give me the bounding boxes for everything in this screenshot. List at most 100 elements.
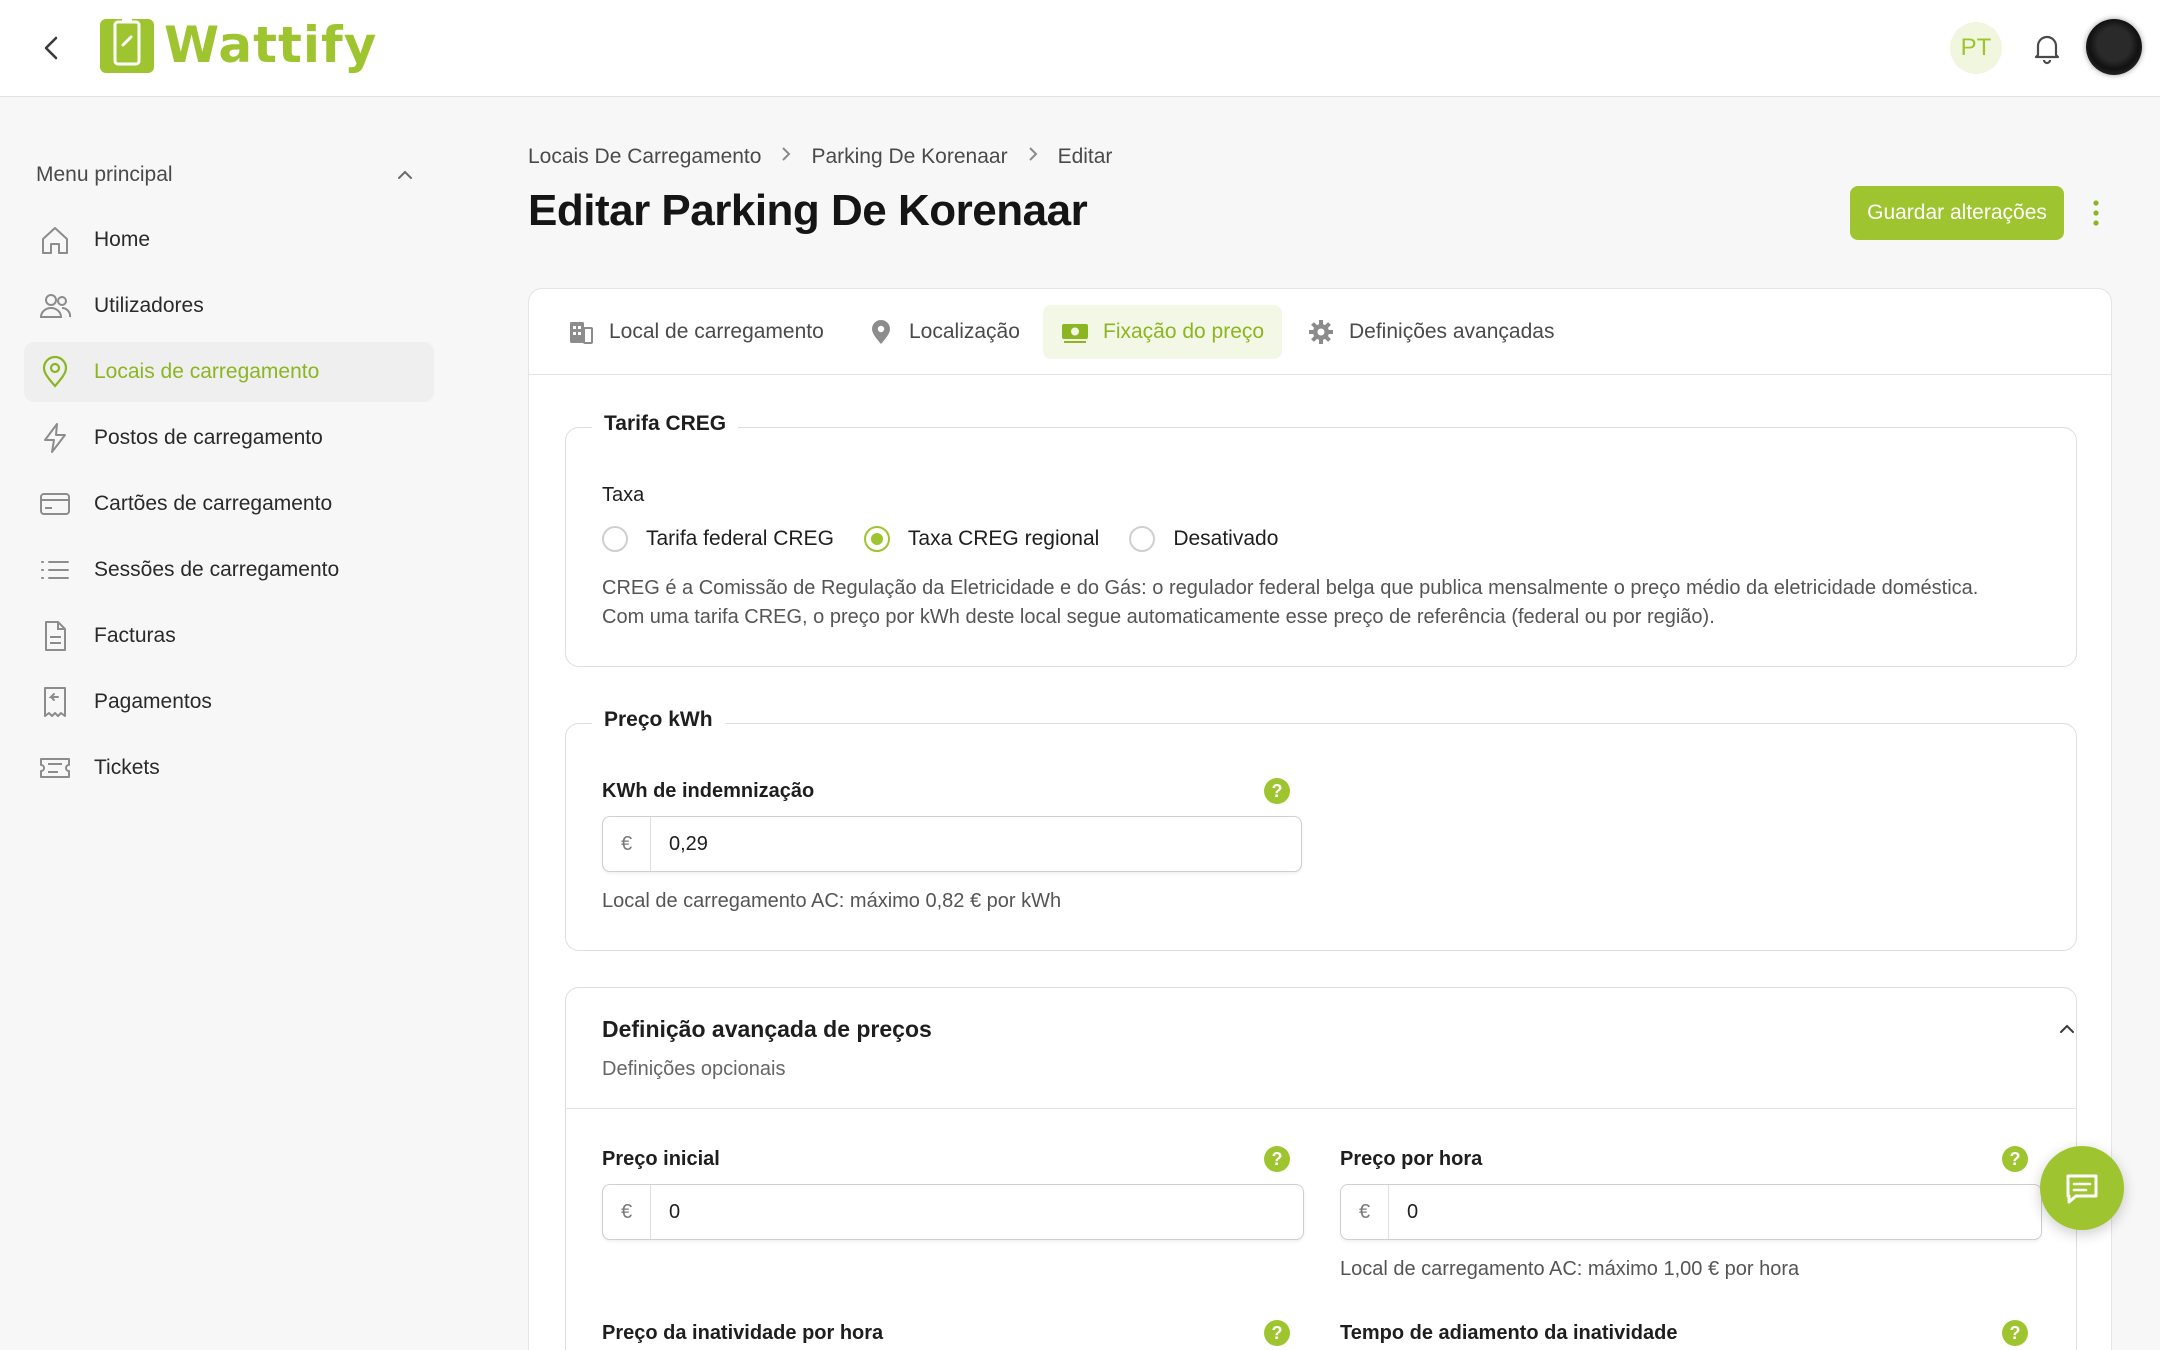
radio-label: Tarifa federal CREG [646, 527, 834, 550]
list-icon [38, 553, 72, 587]
idle-price-label: Preço da inatividade por hora [602, 1322, 884, 1344]
sidebar-item-label: Home [94, 228, 151, 251]
hour-price-label: Preço por hora [1340, 1148, 1483, 1170]
chevron-right-icon [1026, 145, 1040, 169]
building-icon [567, 318, 595, 346]
users-icon [38, 289, 72, 323]
help-icon[interactable]: ? [1264, 1146, 1290, 1172]
ticket-icon [38, 751, 72, 785]
sidebar-item-tickets[interactable]: Tickets [24, 738, 434, 798]
tab-advanced-settings[interactable]: Definições avançadas [1289, 305, 1572, 359]
tab-charging-location[interactable]: Local de carregamento [549, 305, 842, 359]
sidebar-item-invoices[interactable]: Facturas [24, 606, 434, 666]
chat-button[interactable] [2040, 1146, 2124, 1230]
sidebar-item-users[interactable]: Utilizadores [24, 276, 434, 336]
sidebar-item-label: Pagamentos [94, 690, 212, 713]
creg-description-line: CREG é a Comissão de Regulação da Eletri… [602, 577, 1979, 599]
tab-label: Localização [909, 320, 1020, 343]
sidebar-item-charging-cards[interactable]: Cartões de carregamento [24, 474, 434, 534]
sidebar-item-label: Cartões de carregamento [94, 492, 333, 515]
help-icon[interactable]: ? [1264, 778, 1290, 804]
creg-section: Tarifa CREG Taxa Tarifa federal CREG Tax… [565, 412, 2077, 667]
currency-prefix: € [1341, 1185, 1389, 1239]
input-value: 0 [1407, 1200, 1419, 1223]
help-icon[interactable]: ? [2002, 1146, 2028, 1172]
bolt-icon [38, 421, 72, 455]
help-icon[interactable]: ? [1264, 1320, 1290, 1346]
kwh-price-input[interactable]: € 0,29 [602, 816, 1302, 872]
menu-title: Menu principal [36, 163, 173, 186]
kwh-field-label: KWh de indemnização [602, 780, 815, 802]
user-avatar[interactable] [2086, 19, 2142, 75]
document-icon [38, 619, 72, 653]
menu-header[interactable]: Menu principal [36, 160, 416, 190]
location-icon [867, 318, 895, 346]
kwh-legend: Preço kWh [592, 708, 725, 732]
logo-text: Wattify [164, 16, 378, 74]
breadcrumb-item-current: Editar [1057, 145, 1113, 168]
chevron-up-icon[interactable] [2056, 1018, 2078, 1040]
sidebar-item-charging-locations[interactable]: Locais de carregamento [24, 342, 434, 402]
creg-legend: Tarifa CREG [592, 412, 739, 436]
help-icon[interactable]: ? [2002, 1320, 2028, 1346]
advanced-pricing-subtitle: Definições opcionais [602, 1058, 786, 1080]
chevron-up-icon [398, 170, 412, 179]
kwh-price-section: Preço kWh KWh de indemnização ? € 0,29 L… [565, 708, 2077, 951]
divider [566, 1108, 2076, 1109]
sidebar-item-home[interactable]: Home [24, 210, 434, 270]
tab-location[interactable]: Localização [849, 305, 1038, 359]
gear-icon [1307, 318, 1335, 346]
card-icon [38, 487, 72, 521]
logo-battery-icon [100, 17, 154, 73]
radio-regional-creg[interactable] [863, 526, 890, 552]
money-icon [1061, 318, 1089, 346]
bell-icon[interactable] [2028, 29, 2066, 67]
currency-prefix: € [603, 817, 651, 871]
chevron-right-icon [779, 145, 793, 169]
tab-label: Local de carregamento [609, 320, 824, 343]
creg-radio-group: Tarifa federal CREG Taxa CREG regional D… [602, 526, 1308, 552]
sidebar-item-label: Facturas [94, 624, 176, 647]
sidebar-item-charging-sessions[interactable]: Sessões de carregamento [24, 540, 434, 600]
more-options-icon[interactable] [2084, 196, 2108, 230]
creg-description-line: Com uma tarifa CREG, o preço por kWh des… [602, 606, 1715, 628]
sidebar-item-label: Utilizadores [94, 294, 204, 317]
hour-price-input[interactable]: € 0 [1340, 1184, 2042, 1240]
radio-disabled[interactable] [1129, 526, 1156, 552]
tab-label: Definições avançadas [1349, 320, 1555, 343]
home-icon [38, 223, 72, 257]
sidebar-item-label: Locais de carregamento [94, 360, 320, 383]
sidebar-item-payments[interactable]: Pagamentos [24, 672, 434, 732]
language-badge[interactable]: PT [1950, 22, 2002, 74]
radio-label: Taxa CREG regional [907, 527, 1100, 550]
breadcrumb-item[interactable]: Locais De Carregamento [528, 145, 761, 169]
wattify-logo[interactable]: Wattify [98, 15, 377, 75]
tab-bar: Local de carregamento Localização Fixaçã… [529, 289, 2111, 375]
back-arrow-icon[interactable] [34, 30, 70, 66]
start-price-label: Preço inicial [602, 1148, 720, 1170]
idle-delay-label: Tempo de adiamento da inatividade [1340, 1322, 1678, 1344]
currency-prefix: € [603, 1185, 651, 1239]
radio-federal-creg[interactable] [602, 526, 628, 552]
tab-pricing[interactable]: Fixação do preço [1043, 305, 1283, 359]
receipt-icon [38, 685, 72, 719]
creg-description: CREG é a Comissão de Regulação da Eletri… [602, 574, 2042, 632]
hour-price-hint: Local de carregamento AC: máximo 1,00 € … [1340, 1258, 1800, 1280]
input-value: 0,29 [669, 832, 708, 855]
sidebar-item-charging-stations[interactable]: Postos de carregamento [24, 408, 434, 468]
input-value: 0 [669, 1200, 681, 1223]
sidebar-item-label: Postos de carregamento [94, 426, 323, 449]
advanced-pricing-section: Definição avançada de preços Definições … [565, 987, 2077, 1350]
page-title: Editar Parking De Korenaar [528, 186, 1088, 235]
save-button[interactable]: Guardar alterações [1850, 186, 2064, 240]
sidebar-item-label: Tickets [94, 756, 160, 779]
start-price-input[interactable]: € 0 [602, 1184, 1304, 1240]
chat-bubble-icon [2066, 1174, 2098, 1204]
tab-label: Fixação do preço [1103, 320, 1265, 343]
kwh-hint: Local de carregamento AC: máximo 0,82 € … [602, 890, 1062, 912]
breadcrumb-item[interactable]: Parking De Korenaar [811, 145, 1007, 169]
map-pin-icon [38, 355, 72, 389]
breadcrumb: Locais De Carregamento Parking De Korena… [528, 145, 1112, 169]
taxa-label: Taxa [602, 484, 645, 506]
edit-card: Local de carregamento Localização Fixaçã… [528, 288, 2112, 1350]
